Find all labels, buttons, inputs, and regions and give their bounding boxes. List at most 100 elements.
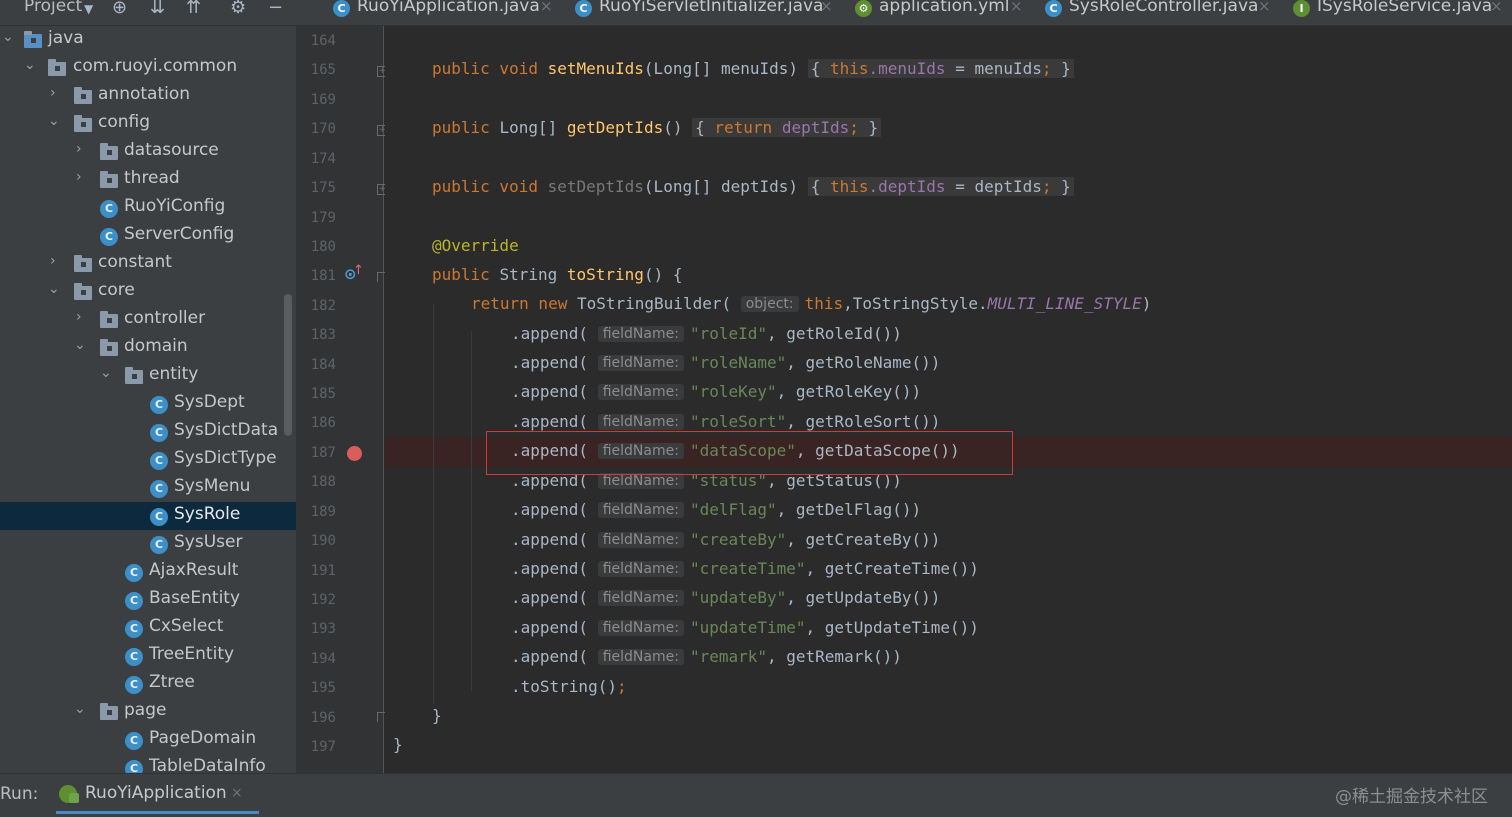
line-number: 196 [310, 710, 336, 726]
chevron-down-icon[interactable]: ⌄ [2, 29, 14, 45]
project-view-dropdown[interactable]: Project [24, 0, 82, 16]
collapse-all-icon[interactable]: ⇈ [186, 0, 201, 18]
chevron-right-icon[interactable]: › [76, 309, 82, 325]
tree-item-com-ruoyi-common[interactable]: ⌄ com.ruoyi.common [0, 54, 296, 82]
tree-item-entity[interactable]: ⌄ entity [0, 362, 296, 390]
tree-item-baseentity[interactable]: C BaseEntity [0, 586, 296, 614]
tree-item-page[interactable]: ⌄ page [0, 698, 296, 726]
tree-item-annotation[interactable]: › annotation [0, 82, 296, 110]
line-number: 197 [310, 739, 336, 755]
tree-item-domain[interactable]: ⌄ domain [0, 334, 296, 362]
line-number: 190 [310, 533, 336, 549]
code-line-193[interactable]: .append( fieldName: "updateTime", getUpda… [511, 618, 979, 644]
tab-ruoyi-application[interactable]: C RuoYiApplication.java × [330, 0, 560, 26]
tree-item-pagedomain[interactable]: C PageDomain [0, 726, 296, 754]
folded-region[interactable]: { this.menuIds = menuIds; } [807, 59, 1074, 78]
code-editor[interactable]: public void setMenuIds(Long[] menuIds) {… [385, 26, 1512, 773]
code-line-182[interactable]: return new ToStringBuilder( object: this,… [471, 294, 1151, 320]
code-line-189[interactable]: .append( fieldName: "delFlag", getDelFlag… [511, 500, 921, 526]
close-icon[interactable]: × [1258, 0, 1271, 15]
folded-region[interactable]: { this.deptIds = deptIds; } [807, 177, 1074, 196]
tree-item-thread[interactable]: › thread [0, 166, 296, 194]
chevron-down-icon[interactable]: ⌄ [48, 113, 60, 129]
chevron-right-icon[interactable]: › [76, 141, 82, 157]
tree-item-sysuser[interactable]: C SysUser [0, 530, 296, 558]
minimize-icon[interactable]: − [268, 0, 283, 18]
tree-item-sysdept[interactable]: C SysDept [0, 390, 296, 418]
tree-scrollbar[interactable] [284, 294, 292, 436]
class-icon: C [1045, 0, 1062, 17]
close-icon[interactable]: × [820, 0, 833, 15]
expand-all-icon[interactable]: ⇊ [150, 0, 165, 18]
class-icon: C [100, 200, 118, 218]
close-icon[interactable]: × [540, 0, 553, 15]
tree-item-ajaxresult[interactable]: C AjaxResult [0, 558, 296, 586]
code-line-196[interactable]: } [432, 706, 442, 732]
chevron-down-icon[interactable]: ⌄ [24, 57, 36, 73]
chevron-down-icon[interactable]: ⌄ [100, 365, 112, 381]
tree-item-treeentity[interactable]: C TreeEntity [0, 642, 296, 670]
tree-item-sysrole[interactable]: C SysRole [0, 502, 296, 530]
tree-item-java[interactable]: ⌄ java [0, 26, 296, 54]
code-line-195[interactable]: .toString(); [511, 677, 627, 703]
package-icon [100, 703, 118, 720]
tree-item-ztree[interactable]: C Ztree [0, 670, 296, 698]
parameter-hint: fieldName: [597, 326, 684, 342]
chevron-down-icon[interactable]: ⌄ [74, 337, 86, 353]
close-icon[interactable]: × [231, 785, 243, 801]
run-tab-ruoyi-application[interactable]: RuoYiApplication × [56, 774, 259, 814]
package-icon [125, 367, 143, 384]
chevron-right-icon[interactable]: › [50, 253, 56, 269]
parameter-hint: fieldName: [597, 384, 684, 400]
tab-isysrole-service[interactable]: I ISysRoleService.java × [1290, 0, 1512, 26]
code-line-197[interactable]: } [393, 735, 403, 761]
code-line-165[interactable]: public void setMenuIds(Long[] menuIds) {… [432, 59, 1074, 85]
chevron-down-icon[interactable]: ⌄ [74, 701, 86, 717]
crosshair-icon[interactable]: ⊕ [112, 0, 127, 18]
tab-sysrole-controller[interactable]: C SysRoleController.java × [1042, 0, 1278, 26]
code-line-185[interactable]: .append( fieldName: "roleKey", getRoleKey… [511, 382, 921, 408]
class-icon: C [150, 536, 168, 554]
chevron-right-icon[interactable]: › [50, 85, 56, 101]
line-number: 191 [310, 563, 336, 579]
tree-item-sysdicttype[interactable]: C SysDictType [0, 446, 296, 474]
close-icon[interactable]: × [1010, 0, 1023, 15]
tab-application-yml[interactable]: ⚙ application.yml × [852, 0, 1032, 26]
code-line-170[interactable]: public Long[] getDeptIds() { return dept… [432, 118, 882, 144]
code-line-183[interactable]: .append( fieldName: "roleId", getRoleId()… [511, 324, 902, 350]
tree-item-core[interactable]: ⌄ core [0, 278, 296, 306]
chevron-down-icon[interactable]: ▼ [84, 2, 93, 16]
chevron-right-icon[interactable]: › [76, 169, 82, 185]
class-icon: C [125, 760, 143, 773]
package-icon [100, 171, 118, 188]
chevron-down-icon[interactable]: ⌄ [48, 281, 60, 297]
code-line-180[interactable]: @Override [432, 236, 519, 262]
code-line-181[interactable]: public String toString() { [432, 265, 682, 291]
tree-item-config[interactable]: ⌄ config [0, 110, 296, 138]
tree-item-controller[interactable]: › controller [0, 306, 296, 334]
package-icon [74, 87, 92, 104]
tree-item-tabledatainfo[interactable]: C TableDataInfo [0, 754, 296, 773]
code-line-191[interactable]: .append( fieldName: "createTime", getCrea… [511, 559, 979, 585]
tree-item-ruoyiconfig[interactable]: C RuoYiConfig [0, 194, 296, 222]
gear-icon[interactable]: ⚙ [230, 0, 246, 18]
code-line-184[interactable]: .append( fieldName: "roleName", getRoleNa… [511, 353, 940, 379]
tree-item-datasource[interactable]: › datasource [0, 138, 296, 166]
tree-item-serverconfig[interactable]: C ServerConfig [0, 222, 296, 250]
class-icon: C [125, 592, 143, 610]
code-line-192[interactable]: .append( fieldName: "updateBy", getUpdate… [511, 588, 940, 614]
line-number: 165 [310, 62, 336, 78]
folded-region[interactable]: { return deptIds; } [692, 118, 882, 137]
code-line-190[interactable]: .append( fieldName: "createBy", getCreate… [511, 530, 940, 556]
breakpoint-icon[interactable] [347, 446, 362, 461]
code-line-194[interactable]: .append( fieldName: "remark", getRemark()… [511, 647, 902, 673]
class-icon: C [125, 676, 143, 694]
tree-item-sysdictdata[interactable]: C SysDictData [0, 418, 296, 446]
close-icon[interactable]: × [1490, 0, 1503, 15]
tree-item-sysmenu[interactable]: C SysMenu [0, 474, 296, 502]
code-line-175[interactable]: public void setDeptIds(Long[] deptIds) {… [432, 177, 1074, 203]
line-number: 195 [310, 680, 336, 696]
tab-ruoyi-servlet-initializer[interactable]: C RuoYiServletInitializer.java × [572, 0, 840, 26]
tree-item-cxselect[interactable]: C CxSelect [0, 614, 296, 642]
tree-item-constant[interactable]: › constant [0, 250, 296, 278]
